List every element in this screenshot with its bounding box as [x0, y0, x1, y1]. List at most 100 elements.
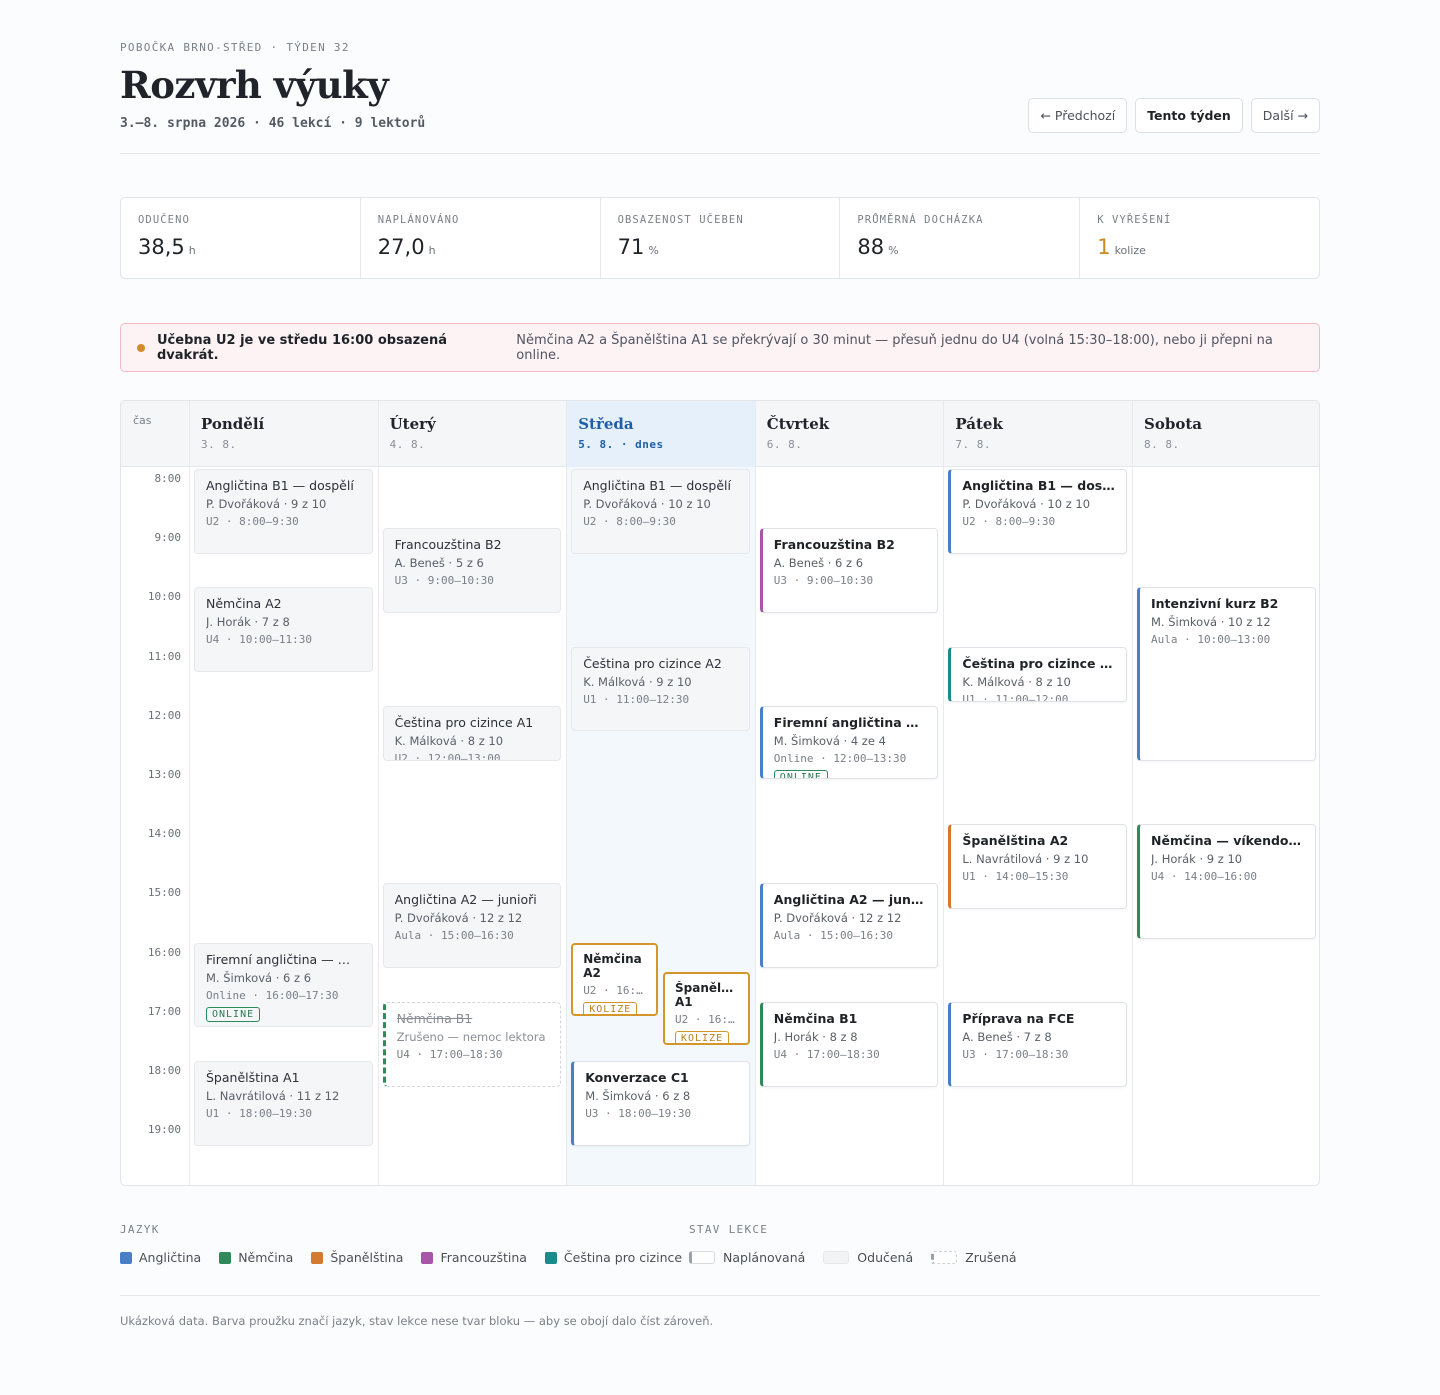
- lesson-card-planned[interactable]: Čeština pro cizince A1 K. Málková · 8 z 1…: [948, 646, 1127, 702]
- lesson-room-time: U3 · 18:00–19:30: [585, 1107, 692, 1120]
- alert-text: Němčina A2 a Španělština A1 se překrývaj…: [516, 332, 1273, 363]
- legend-statuses: Naplánovaná Odučená Zrušená: [689, 1250, 1017, 1265]
- day-header[interactable]: Pátek 7. 8.: [943, 401, 1132, 467]
- lesson-card-planned[interactable]: Francouzština B2 A. Beneš · 6 z 6 U3 · 9:0…: [759, 528, 939, 613]
- lesson-card-taught[interactable]: Firemní angličtina — Mo... M. Šimková · 6…: [194, 942, 373, 1028]
- lesson-card-conflict[interactable]: Němčina A2 U2 · 16:0... KOLIZE: [571, 942, 658, 1016]
- lesson-teacher-attendance: P. Dvořáková · 10 z 10: [962, 497, 1091, 511]
- warning-dot-icon: [137, 343, 145, 352]
- day-header[interactable]: Úterý 4. 8.: [378, 401, 567, 467]
- lesson-card-planned[interactable]: Příprava na FCE A. Beneš · 7 z 8 U3 · 17:0…: [948, 1001, 1127, 1087]
- page-subtitle: 3.–8. srpna 2026 · 46 lekcí · 9 lektorů: [120, 116, 426, 131]
- lesson-card-taught[interactable]: Francouzština B2 A. Beneš · 5 z 6 U3 · 9:0…: [382, 528, 562, 613]
- lesson-card-taught[interactable]: Němčina A2 J. Horák · 7 z 8 U4 · 10:00–11:…: [194, 587, 373, 673]
- lesson-title: Němčina — víkendový b...: [1151, 833, 1304, 849]
- lesson-room-time: U2 · 8:00–9:30: [962, 515, 1056, 528]
- lesson-teacher-attendance: J. Horák · 7 z 8: [206, 615, 290, 630]
- lesson-card-taught[interactable]: Čeština pro cizince A1 K. Málková · 8 z 1…: [382, 705, 562, 761]
- lesson-card-planned[interactable]: Konverzace C1 M. Šimková · 6 z 8 U3 · 18:0…: [571, 1061, 750, 1146]
- lesson-title: Intenzivní kurz B2: [1151, 596, 1279, 612]
- lesson-card-taught[interactable]: Angličtina B1 — dospělí P. Dvořáková · 10…: [571, 469, 750, 554]
- lesson-card-planned[interactable]: Němčina B1 J. Horák · 8 z 8 U4 · 17:00–18:…: [759, 1001, 939, 1087]
- lesson-title: Angličtina A2 — junioři: [773, 892, 927, 908]
- lesson-title: Angličtina B1 — dospělí: [206, 478, 354, 493]
- status-shape-icon: [931, 1251, 958, 1264]
- lesson-title: Angličtina A2 — junioři: [394, 892, 537, 908]
- day-header[interactable]: Čtvrtek 6. 8.: [755, 401, 944, 467]
- day-header[interactable]: Středa 5. 8. · dnes: [566, 401, 755, 467]
- lesson-title: Němčina A2: [583, 951, 642, 980]
- legend-item-cancelled: Zrušená: [931, 1250, 1017, 1265]
- color-swatch-icon: [421, 1251, 434, 1264]
- lesson-title: Španělština A1: [675, 981, 738, 1010]
- lesson-card-cancelled[interactable]: Němčina B1 Zrušeno — nemoc lektora U4 · 17…: [382, 1001, 562, 1087]
- hour-label: 10:00: [147, 590, 181, 604]
- lesson-card-conflict[interactable]: Španělština A1 U2 · 16:3... KOLIZE: [663, 972, 750, 1046]
- stat-to-resolve[interactable]: K VYŘEŠENÍ 1 kolize: [1080, 198, 1319, 278]
- status-shape-icon: [823, 1251, 850, 1264]
- lesson-card-taught[interactable]: Čeština pro cizince A2 K. Málková · 9 z 1…: [571, 646, 750, 732]
- lesson-card-planned[interactable]: Firemní angličtina — Vit... M. Šimková · …: [759, 705, 939, 779]
- lesson-teacher-attendance: L. Navrátilová · 9 z 10: [962, 852, 1089, 867]
- lesson-room-time: Aula · 10:00–13:00: [1151, 633, 1271, 647]
- stat-planned: NAPLÁNOVÁNO 27,0 h: [361, 198, 601, 278]
- lesson-room-time: U2 · 12:00–13:00: [394, 751, 501, 761]
- lesson-card-planned[interactable]: Intenzivní kurz B2 M. Šimková · 10 z 12 Au…: [1137, 587, 1316, 761]
- lesson-title: Angličtina B1 — dospělí: [962, 478, 1115, 493]
- stats-panel: ODUČENO 38,5 h NAPLÁNOVÁNO 27,0 h OBSAZENO…: [120, 197, 1320, 279]
- lesson-card-taught[interactable]: Angličtina B1 — dospělí P. Dvořáková · 9 …: [194, 469, 373, 554]
- hour-label: 16:00: [147, 945, 181, 959]
- lesson-card-taught[interactable]: Španělština A1 L. Navrátilová · 11 z 12 U1…: [194, 1061, 373, 1146]
- lesson-card-planned[interactable]: Němčina — víkendový b... J. Horák · 9 z 1…: [1137, 824, 1316, 939]
- legend-item-label: Angličtina: [139, 1250, 202, 1265]
- lesson-title: Němčina A2: [206, 596, 282, 612]
- day-header[interactable]: Pondělí 3. 8.: [189, 401, 378, 467]
- current-week-button[interactable]: Tento týden: [1135, 98, 1243, 133]
- footnote: Ukázková data. Barva proužku značí jazyk…: [120, 1314, 714, 1328]
- hour-label: 11:00: [147, 649, 181, 663]
- lesson-card-taught[interactable]: Angličtina A2 — junioři P. Dvořáková · 12…: [382, 883, 562, 969]
- stat-label: OBSAZENOST UČEBEN: [617, 214, 744, 226]
- kolize-badge: KOLIZE: [675, 1031, 730, 1044]
- lesson-title: Němčina B1: [773, 1010, 858, 1026]
- lesson-room-time: U4 · 17:00–18:30: [773, 1047, 880, 1061]
- stat-label: PRŮMĚRNÁ DOCHÁZKA: [857, 214, 984, 226]
- day-name: Pondělí: [201, 415, 265, 433]
- day-header[interactable]: Sobota 8. 8.: [1132, 401, 1319, 467]
- stat-label: ODUČENO: [138, 214, 190, 226]
- lesson-title: Španělština A2: [962, 833, 1069, 849]
- legend-languages: Angličtina Němčina Španělština Francouzštin…: [120, 1250, 682, 1265]
- lesson-teacher-attendance: K. Málková · 8 z 10: [394, 733, 504, 748]
- time-column-label: čas: [133, 414, 152, 427]
- stat-attendance: PRŮMĚRNÁ DOCHÁZKA 88%: [840, 198, 1081, 278]
- previous-week-button[interactable]: ← Předchozí: [1028, 98, 1128, 133]
- hour-label: 8:00: [154, 472, 182, 485]
- legend-item-en: Angličtina: [120, 1250, 201, 1265]
- lesson-card-planned[interactable]: Angličtina B1 — dospělí P. Dvořáková · 10…: [948, 469, 1127, 554]
- lesson-room-time: Aula · 15:00–16:30: [773, 929, 894, 943]
- lesson-card-planned[interactable]: Angličtina A2 — junioři P. Dvořáková · 12…: [759, 883, 939, 969]
- calendar-header: čas Pondělí 3. 8. Úterý 4. 8. Středa 5. 8. · …: [121, 401, 1319, 467]
- day-date: 4. 8.: [389, 438, 426, 451]
- hour-label: 14:00: [147, 827, 181, 841]
- header-divider: [120, 153, 1320, 154]
- next-week-button[interactable]: Další →: [1250, 98, 1320, 133]
- lesson-room-time: U2 · 8:00–9:30: [206, 515, 299, 528]
- conflict-alert[interactable]: Učebna U2 je ve středu 16:00 obsazená dv…: [120, 323, 1320, 372]
- stat-unit: h: [428, 244, 436, 257]
- lesson-room-time: U2 · 8:00–9:30: [583, 515, 676, 528]
- lesson-teacher-attendance: J. Horák · 8 z 8: [773, 1029, 858, 1044]
- lesson-teacher-attendance: M. Šimková · 6 z 6: [206, 970, 312, 985]
- lesson-room-time: U1 · 18:00–19:30: [206, 1107, 312, 1120]
- legend-item-label: Francouzština: [440, 1250, 527, 1265]
- day-name: Čtvrtek: [766, 415, 830, 433]
- legend-item-label: Naplánovaná: [723, 1250, 806, 1265]
- lesson-title: Čeština pro cizince A2: [583, 655, 722, 671]
- lesson-room-time: U1 · 11:00–12:30: [583, 692, 690, 706]
- stat-value: 38,5: [138, 235, 185, 259]
- lesson-teacher-attendance: A. Beneš · 6 z 6: [773, 556, 864, 571]
- legend-item-label: Španělština: [330, 1250, 404, 1265]
- hour-label: 18:00: [147, 1064, 181, 1077]
- lesson-card-planned[interactable]: Španělština A2 L. Navrátilová · 9 z 10 U1 …: [948, 824, 1127, 909]
- lesson-title: Francouzština B2: [394, 537, 502, 553]
